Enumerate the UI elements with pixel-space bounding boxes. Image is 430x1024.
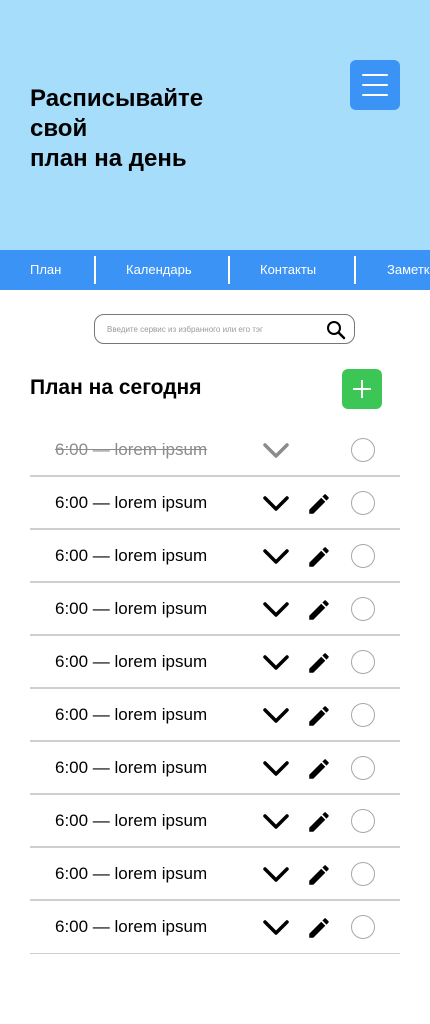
task-row: 6:00 — lorem ipsum — [30, 583, 400, 636]
task-label: 6:00 — lorem ipsum — [55, 864, 208, 883]
task-row: 6:00 — lorem ipsum — [30, 477, 400, 530]
hero-banner: Расписывайте свой план на день — [0, 0, 430, 250]
search-input[interactable] — [107, 321, 317, 337]
pencil-icon[interactable] — [306, 862, 332, 888]
task-label: 6:00 — lorem ipsum — [55, 493, 208, 512]
task-label: 6:00 — lorem ipsum — [55, 440, 208, 459]
chevron-down-icon[interactable] — [262, 866, 290, 884]
pencil-icon[interactable] — [306, 915, 332, 941]
chevron-down-icon[interactable] — [262, 601, 290, 619]
chevron-down-icon[interactable] — [262, 760, 290, 778]
task-row: 6:00 — lorem ipsum — [30, 424, 400, 477]
tab-divider — [228, 256, 230, 284]
pencil-icon[interactable] — [306, 756, 332, 782]
complete-checkbox[interactable] — [351, 809, 375, 833]
chevron-down-icon[interactable] — [262, 495, 290, 513]
task-row: 6:00 — lorem ipsum — [30, 689, 400, 742]
tab-divider — [354, 256, 356, 284]
task-row: 6:00 — lorem ipsum — [30, 530, 400, 583]
nav-tabs: План Календарь Контакты Заметки — [0, 250, 430, 290]
add-task-button[interactable] — [342, 369, 382, 409]
complete-checkbox[interactable] — [351, 862, 375, 886]
pencil-icon[interactable] — [306, 809, 332, 835]
task-label: 6:00 — lorem ipsum — [55, 811, 208, 830]
task-label: 6:00 — lorem ipsum — [55, 599, 208, 618]
search-bar — [94, 314, 355, 344]
chevron-down-icon[interactable] — [262, 919, 290, 937]
chevron-down-icon[interactable] — [262, 442, 290, 460]
task-label: 6:00 — lorem ipsum — [55, 758, 208, 777]
pencil-icon[interactable] — [306, 491, 332, 517]
pencil-icon[interactable] — [306, 650, 332, 676]
complete-checkbox[interactable] — [351, 544, 375, 568]
search-icon[interactable] — [326, 320, 346, 340]
complete-checkbox[interactable] — [351, 491, 375, 515]
hamburger-icon-bar — [362, 94, 388, 96]
task-list: 6:00 — lorem ipsum 6:00 — lorem ipsum 6:00… — [30, 424, 400, 954]
pencil-icon[interactable] — [306, 703, 332, 729]
hero-title: Расписывайте свой план на день — [30, 85, 204, 172]
tab-calendar[interactable]: Календарь — [126, 250, 192, 290]
task-label: 6:00 — lorem ipsum — [55, 546, 208, 565]
task-label: 6:00 — lorem ipsum — [55, 652, 208, 671]
task-row: 6:00 — lorem ipsum — [30, 795, 400, 848]
task-row: 6:00 — lorem ipsum — [30, 742, 400, 795]
tab-notes[interactable]: Заметки — [387, 250, 430, 290]
chevron-down-icon[interactable] — [262, 654, 290, 672]
tab-contacts[interactable]: Контакты — [260, 250, 316, 290]
hamburger-menu-button[interactable] — [350, 60, 400, 110]
hamburger-icon-bar — [362, 84, 388, 86]
chevron-down-icon[interactable] — [262, 707, 290, 725]
tab-divider — [94, 256, 96, 284]
complete-checkbox[interactable] — [351, 438, 375, 462]
task-row: 6:00 — lorem ipsum — [30, 636, 400, 689]
complete-checkbox[interactable] — [351, 915, 375, 939]
complete-checkbox[interactable] — [351, 597, 375, 621]
complete-checkbox[interactable] — [351, 650, 375, 674]
task-label: 6:00 — lorem ipsum — [55, 705, 208, 724]
section-title: План на сегодня — [30, 376, 202, 399]
task-row: 6:00 — lorem ipsum — [30, 848, 400, 901]
complete-checkbox[interactable] — [351, 756, 375, 780]
task-row: 6:00 — lorem ipsum — [30, 901, 400, 954]
chevron-down-icon[interactable] — [262, 548, 290, 566]
tab-plan[interactable]: План — [30, 250, 61, 290]
task-label: 6:00 — lorem ipsum — [55, 917, 208, 936]
pencil-icon[interactable] — [306, 544, 332, 570]
pencil-icon[interactable] — [306, 597, 332, 623]
chevron-down-icon[interactable] — [262, 813, 290, 831]
hamburger-icon-bar — [362, 74, 388, 76]
complete-checkbox[interactable] — [351, 703, 375, 727]
